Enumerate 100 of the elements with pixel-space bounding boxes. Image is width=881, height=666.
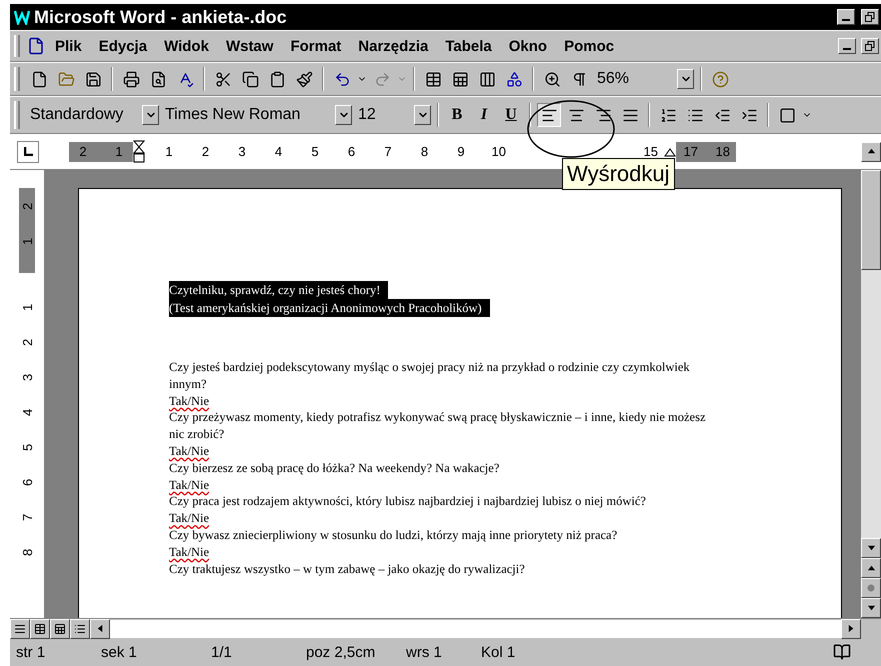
scroll-up-button[interactable] xyxy=(861,142,881,162)
ruler-number: 2 xyxy=(20,338,34,348)
triangle-right-icon xyxy=(846,624,856,633)
question-mark-icon xyxy=(712,70,728,88)
ruler-number: 15 xyxy=(644,144,656,159)
triangle-left-icon xyxy=(96,624,104,633)
question-text: Czy bywasz zniecierpliwiony w stosunku do ludzi, którzy mają inne priorytety niż praca? xyxy=(169,526,618,544)
status-item: poz 2,5cm xyxy=(306,644,376,660)
ruler-number: 2 xyxy=(78,144,88,159)
ruler-number: 4 xyxy=(274,144,284,159)
restore-button[interactable] xyxy=(861,9,879,25)
heading-text: Czytelniku, sprawdź, czy nie jesteś chory! xyxy=(169,281,388,299)
menu-item[interactable]: Wstaw xyxy=(218,38,280,54)
question-text: Czy jesteś bardziej podekscytowany myśląc o swojej pracy niż na przykład o rodzinie czy czymkolwiek innym? xyxy=(169,359,691,393)
italic-button[interactable]: I xyxy=(472,103,496,127)
ruler-number: 2 xyxy=(200,144,210,159)
ruler-number: 6 xyxy=(20,478,34,488)
app-logo-icon xyxy=(14,9,30,25)
menu-item[interactable]: Edycja xyxy=(92,38,154,54)
menu-item[interactable]: Plik xyxy=(48,38,89,54)
redo-arrow-icon xyxy=(374,70,390,88)
restore-button[interactable] xyxy=(861,38,879,54)
question-text: Czy praca jest rodzajem aktywności, który lubisz najbardziej i najbardziej lubisz o niej mówić? xyxy=(169,493,646,510)
ruler-number: 6 xyxy=(346,144,356,159)
heading-text: (Test amerykańskiej organizacji Anonimowych Pracoholików) xyxy=(169,299,490,317)
window-title: Microsoft Word - ankieta-.doc xyxy=(34,6,287,28)
ruler-number: 5 xyxy=(310,144,320,159)
book-icon xyxy=(833,643,851,661)
question-text: Czy przeżywasz momenty, kiedy potrafisz wykonywać swą pracę błyskawicznie – i inne, kiedy nie możesz nic zrobić? xyxy=(169,409,707,443)
font-dropdown[interactable]: Times New Roman xyxy=(162,103,352,127)
scroll-left-button[interactable] xyxy=(90,618,110,638)
minimize-button[interactable] xyxy=(838,38,856,54)
answer-text: Tak/Nie xyxy=(169,476,210,494)
triangle-up-icon xyxy=(866,147,876,156)
ruler-number: 2 xyxy=(20,202,34,212)
indent-marker-icon[interactable] xyxy=(133,140,145,164)
select-browse-object-button[interactable] xyxy=(861,578,881,598)
previous-page-button[interactable] xyxy=(861,558,881,578)
web-view-button[interactable] xyxy=(30,618,50,638)
tab-stop-selector[interactable] xyxy=(17,140,39,162)
ruler-number: 7 xyxy=(20,512,34,524)
document-icon[interactable] xyxy=(27,37,45,55)
status-item: sek 1 xyxy=(101,644,138,660)
restore-icon xyxy=(865,12,875,22)
menu-item[interactable]: Tabela xyxy=(438,38,499,54)
ruler-number: 4 xyxy=(20,408,34,418)
normal-view-button[interactable] xyxy=(10,618,30,638)
table-icon xyxy=(424,70,442,88)
horizontal-ruler[interactable]: 2 1 1 2 3 4 5 6 7 8 9 10 15 17 18 xyxy=(69,142,736,162)
dropdown-button[interactable] xyxy=(142,105,159,125)
menu-item[interactable]: Okno xyxy=(502,38,554,54)
next-page-button[interactable] xyxy=(861,598,881,618)
status-item: 1/1 xyxy=(211,644,233,660)
dropdown-button[interactable] xyxy=(414,105,431,125)
minimize-button[interactable] xyxy=(837,9,855,25)
menu-item[interactable]: Widok xyxy=(157,38,216,54)
menu-item[interactable]: Format xyxy=(283,38,348,54)
menu-item[interactable]: Narzędzia xyxy=(351,38,436,54)
toolbar-grip[interactable] xyxy=(14,101,20,129)
answer-text: Tak/Nie xyxy=(169,442,210,460)
ruler-number: 3 xyxy=(237,144,247,159)
printer-icon xyxy=(122,70,140,88)
paintbrush-icon xyxy=(296,70,312,88)
page-magnifier-icon xyxy=(150,70,166,88)
answer-text: Tak/Nie xyxy=(169,510,210,527)
toolbar-grip[interactable] xyxy=(14,67,20,91)
ruler-number: 1 xyxy=(20,302,34,314)
page-view-button[interactable] xyxy=(50,618,70,638)
dropdown-button[interactable] xyxy=(677,69,694,89)
status-item: wrs 1 xyxy=(406,644,443,660)
ruler-number: 17 xyxy=(684,144,696,159)
menu-item[interactable]: Pomoc xyxy=(557,38,622,54)
align-left-button[interactable] xyxy=(537,103,561,127)
horizontal-scrollbar[interactable] xyxy=(110,620,841,638)
square-icon xyxy=(778,106,796,124)
toolbar-grip[interactable] xyxy=(14,35,20,57)
blank-page-icon xyxy=(30,70,48,88)
left-tab-icon xyxy=(24,147,32,156)
ruler-number: 7 xyxy=(383,144,393,159)
tooltip: Wyśrodkuj xyxy=(562,158,674,190)
outline-view-button[interactable] xyxy=(70,618,90,638)
scroll-right-button[interactable] xyxy=(841,618,861,638)
scroll-thumb[interactable] xyxy=(861,170,881,270)
dot-icon xyxy=(867,584,875,592)
bold-button[interactable]: B xyxy=(445,103,469,127)
clipboard-icon xyxy=(268,70,286,88)
lines-icon xyxy=(14,622,26,634)
status-item: Kol 1 xyxy=(481,644,516,660)
dropdown-button[interactable] xyxy=(335,105,352,125)
zoom-in-icon xyxy=(544,70,560,88)
underline-button[interactable]: U xyxy=(499,103,523,127)
shapes-icon xyxy=(506,70,522,88)
ruler-number: 8 xyxy=(20,548,34,558)
ruler-number: 1 xyxy=(164,144,174,159)
copy-icon xyxy=(242,70,258,88)
page-icon xyxy=(54,622,66,634)
numbered-list-icon xyxy=(660,106,676,124)
scroll-down-button[interactable] xyxy=(861,538,881,558)
columns-icon xyxy=(478,70,496,88)
ruler-number: 5 xyxy=(20,442,34,454)
